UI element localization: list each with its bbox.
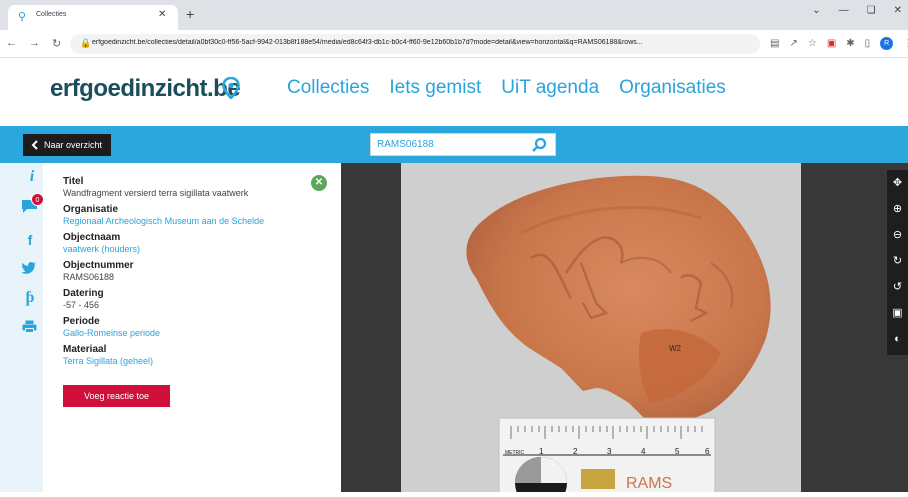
window-controls: ⌄ — ❏ ✕ [812,5,902,16]
field-objectnaam: Objectnaam vaatwerk (houders) [63,232,333,255]
zoom-out-icon[interactable]: ⊖ [891,229,904,242]
viewer-toolbar: ✥ ⊕ ⊖ ↻ ↺ ▣ ◐ [887,170,908,355]
pan-icon[interactable]: ✥ [891,177,904,190]
field-titel: Titel Wandfragment versierd terra sigill… [63,176,333,199]
field-value: -57 - 456 [63,300,100,310]
main-navigation: Collecties Iets gemist UiT agenda Organi… [287,77,726,99]
close-tab-icon[interactable]: ✕ [158,9,166,20]
browser-tab-strip: ⚲ Collecties ✕ + ⌄ — ❏ ✕ [0,0,908,30]
back-arrow-icon[interactable]: ← [6,37,17,50]
scale-metric-label: METRIC [505,450,525,456]
profile-avatar[interactable]: R [880,37,894,50]
info-icon[interactable]: i [24,168,40,186]
forward-arrow-icon[interactable]: → [29,37,40,50]
field-value: RAMS06188 [63,272,115,282]
comment-count-badge: 0 [31,193,44,206]
star-icon[interactable]: ☆ [808,38,817,49]
field-label: Objectnaam [63,232,121,243]
nav-iets-gemist[interactable]: Iets gemist [389,77,481,99]
field-objectnummer: Objectnummer RAMS06188 [63,260,333,283]
field-value-link[interactable]: vaatwerk (houders) [63,244,333,255]
nav-uit-agenda[interactable]: UiT agenda [501,77,599,99]
extension-icon[interactable]: ▣ [827,38,836,49]
share-icon[interactable]: ↗ [789,38,797,49]
search-box [370,133,556,156]
field-value: Wandfragment versierd terra sigillata va… [63,188,249,198]
scale-number: 1 [539,447,544,456]
navigation-buttons: ← → ↻ [6,37,61,50]
close-details-button[interactable]: ✕ [311,175,327,191]
scale-number: 3 [607,447,612,456]
site-logo[interactable]: erfgoedinzicht.be [50,75,241,103]
menu-icon[interactable]: ⋮ [903,38,908,49]
field-label: Titel [63,176,84,187]
field-label: Periode [63,316,100,327]
sidepanel-icon[interactable]: ▯ [865,38,871,49]
facebook-icon[interactable]: f [22,232,38,248]
new-tab-icon[interactable]: + [186,6,194,22]
translate-icon[interactable]: ▤ [770,38,779,49]
scale-number: 6 [705,447,710,456]
browser-tab[interactable]: ⚲ Collecties ✕ [8,5,178,30]
scale-number: 5 [675,447,680,456]
nav-organisaties[interactable]: Organisaties [619,77,726,99]
logo-text: erfgoedinzicht [50,75,208,102]
field-periode: Periode Gallo-Romeinse periode [63,316,333,339]
puzzle-icon[interactable]: ✱ [846,38,854,49]
lock-icon[interactable]: 🔒 [80,38,91,49]
address-bar-row: ← → ↻ 🔒 erfgoedinzicht.be/collecties/det… [0,30,908,58]
extension-toolbar: ▤ ↗ ☆ ▣ ✱ ▯ R ⋮ [770,37,908,50]
field-datering: Datering -57 - 456 [63,288,333,311]
field-organisatie: Organisatie Regionaal Archeologisch Muse… [63,204,333,227]
search-bar-strip: Naar overzicht [0,126,908,163]
field-label: Organisatie [63,204,119,215]
nav-collecties[interactable]: Collecties [287,77,369,99]
url-bar[interactable]: 🔒 erfgoedinzicht.be/collecties/detail/a0… [70,34,760,54]
rotate-left-icon[interactable]: ↺ [891,281,904,294]
object-photo: W2 METRIC 1 2 3 4 5 6 RAMS [401,163,801,497]
print-icon[interactable] [22,320,37,333]
maximize-icon[interactable]: ❏ [867,5,876,16]
search-icon[interactable] [531,137,547,153]
field-label: Datering [63,288,104,299]
field-value-link[interactable]: Gallo-Romeinse periode [63,328,333,339]
location-pin-icon [222,77,240,99]
scale-number: 2 [573,447,578,456]
field-materiaal: Materiaal Terra Sigillata (geheel) [63,344,333,367]
navigator-icon[interactable]: ◐ [891,333,904,346]
fullscreen-icon[interactable]: ▣ [891,307,904,320]
reload-icon[interactable]: ↻ [52,37,61,50]
chevron-down-icon[interactable]: ⌄ [812,5,820,16]
field-value-link[interactable]: Regionaal Archeologisch Museum aan de Sc… [63,216,333,227]
pottery-fragment-image: W2 METRIC 1 2 3 4 5 6 RAMS [401,163,801,497]
rotate-right-icon[interactable]: ↻ [891,255,904,268]
zoom-in-icon[interactable]: ⊕ [891,203,904,216]
label-text: RAMS [626,475,672,492]
pinterest-icon[interactable]: ƥ [22,289,38,307]
record-details: Titel Wandfragment versierd terra sigill… [63,176,333,372]
search-input[interactable] [377,139,527,150]
sherd-mark-text: W2 [669,344,682,353]
chevron-left-icon [31,140,38,150]
add-comment-button[interactable]: Voeg reactie toe [63,385,170,407]
field-value-link[interactable]: Terra Sigillata (geheel) [63,356,333,367]
back-to-overview-button[interactable]: Naar overzicht [23,134,112,156]
field-label: Materiaal [63,344,107,355]
scale-number: 4 [641,447,646,456]
close-window-icon[interactable]: ✕ [894,5,902,16]
image-viewer[interactable]: W2 METRIC 1 2 3 4 5 6 RAMS [341,163,908,497]
field-label: Objectnummer [63,260,134,271]
twitter-icon[interactable] [22,262,36,274]
tab-title: Collecties [36,11,67,18]
location-pin-icon: ⚲ [18,11,27,23]
back-button-label: Naar overzicht [44,140,103,150]
minimize-icon[interactable]: — [839,5,849,16]
url-text[interactable]: erfgoedinzicht.be/collecties/detail/a0bf… [92,39,752,46]
